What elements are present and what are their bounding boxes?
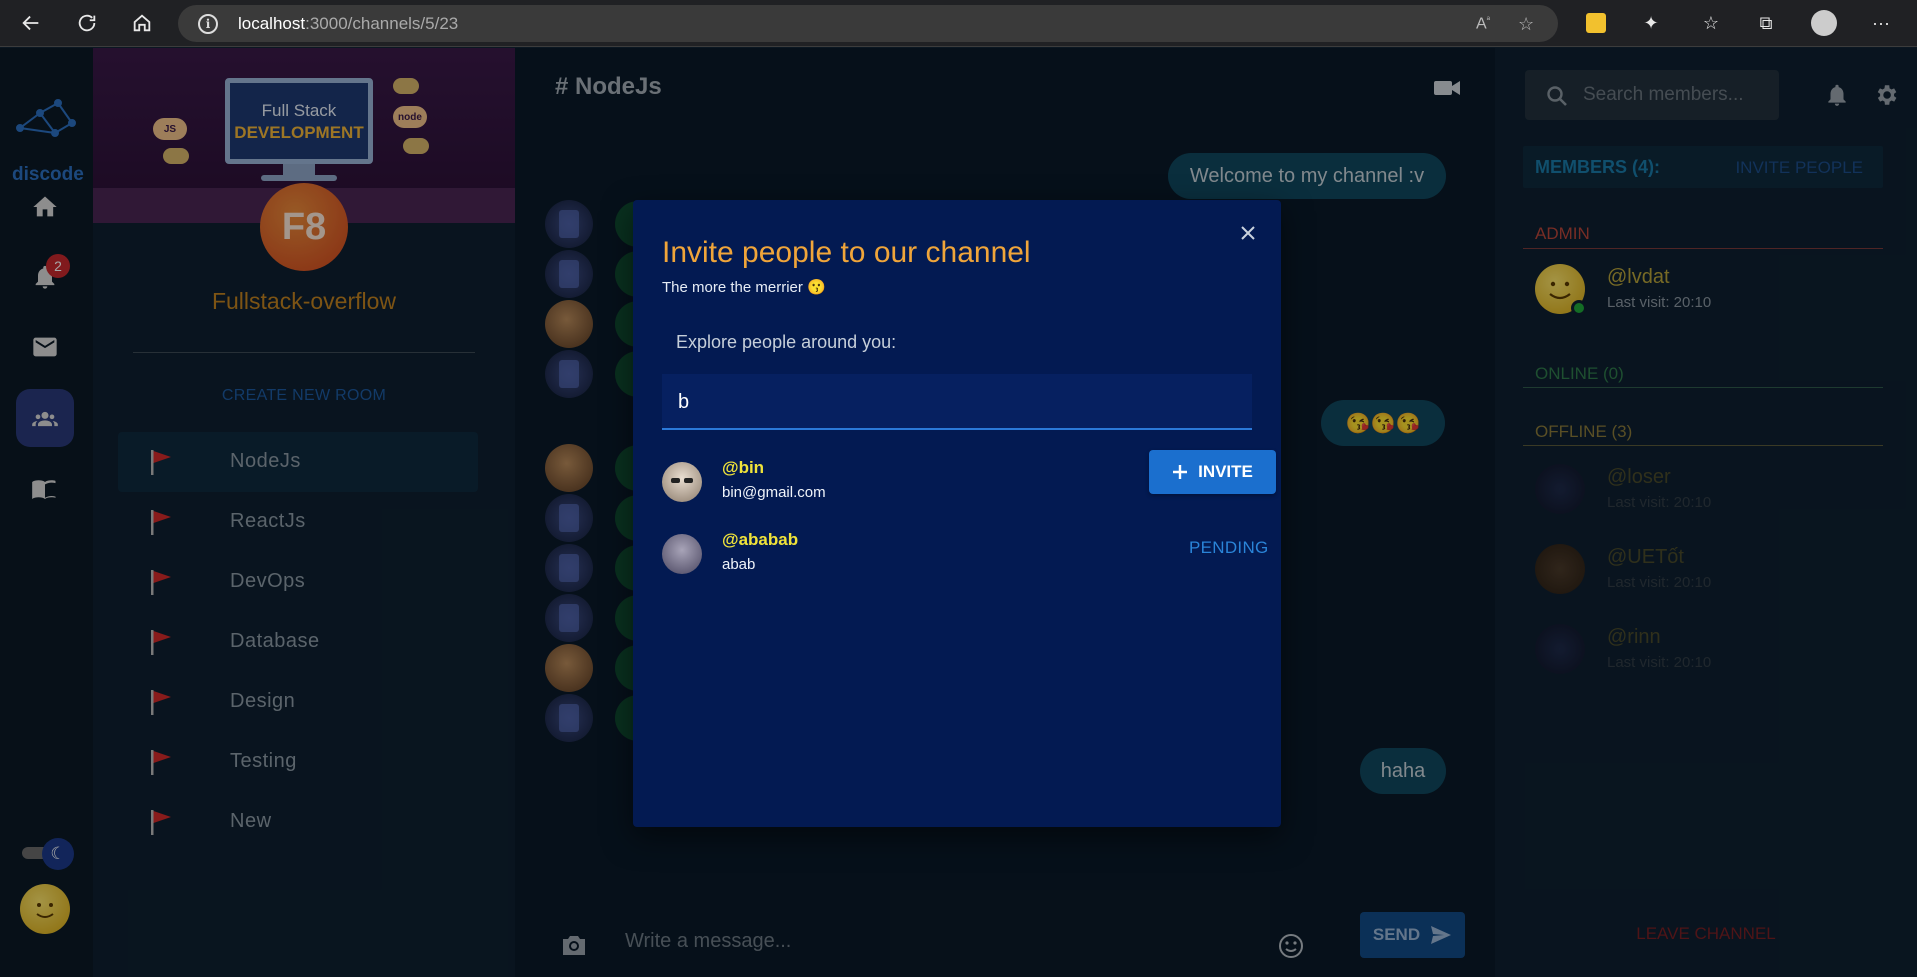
profile-icon[interactable] [1811,10,1837,36]
explore-label: Explore people around you: [676,332,897,352]
result-username: @bin [722,458,765,477]
extension-icon[interactable] [1583,10,1609,36]
add-favorite-icon[interactable]: ☆ [1518,14,1534,35]
invite-label: INVITE [1198,462,1253,481]
result-email: abab [722,556,756,573]
plus-icon [1173,465,1188,479]
url-text[interactable]: localhost:3000/channels/5/23 [238,14,458,34]
invite-modal: Invite people to our channel The more th… [633,200,1281,827]
address-bar[interactable]: i localhost:3000/channels/5/23 Aᵃ ☆ [178,5,1558,42]
collections-icon[interactable]: ⧉ [1753,10,1779,36]
modal-subtitle: The more the merrier 😗 [662,279,826,296]
browser-toolbar: i localhost:3000/channels/5/23 Aᵃ ☆ ✦ ☆ … [0,0,1917,47]
back-icon[interactable] [16,8,46,38]
sunglasses-avatar-icon [671,478,693,483]
more-menu-icon[interactable]: ··· [1868,10,1894,36]
close-icon[interactable] [1235,220,1261,246]
url-host: localhost [238,14,306,33]
invite-button[interactable]: INVITE [1149,450,1276,494]
modal-title: Invite people to our channel [662,236,1031,269]
reload-icon[interactable] [72,8,102,38]
result-email: bin@gmail.com [722,484,826,501]
read-aloud-icon[interactable]: Aᵃ [1476,14,1490,33]
url-path: :3000/channels/5/23 [305,14,459,33]
home-icon[interactable] [127,8,157,38]
result-avatar[interactable] [662,534,702,574]
favorites-icon[interactable]: ☆ [1698,10,1724,36]
people-search-input[interactable] [678,384,1228,420]
people-search-field[interactable] [662,374,1252,430]
result-username: @ababab [722,530,799,549]
search-result-item: @ababab abab PENDING [662,530,1268,590]
extensions-puzzle-icon[interactable]: ✦ [1638,10,1664,36]
search-result-item: @bin bin@gmail.com INVITE [662,450,1276,518]
site-info-icon[interactable]: i [198,14,218,34]
pending-status: PENDING [1189,538,1269,557]
result-avatar[interactable] [662,462,702,502]
